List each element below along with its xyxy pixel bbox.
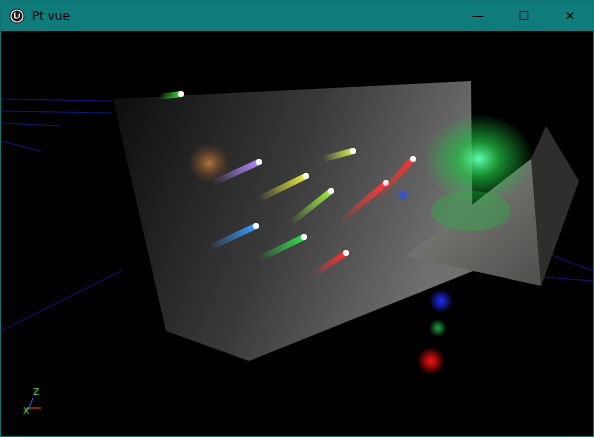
axis-label: Z	[33, 388, 39, 397]
scene-drawing	[1, 31, 593, 436]
viewport[interactable]: ZX	[1, 31, 593, 436]
app-window: Pt vue—☐✕ZX	[0, 0, 594, 437]
maximize-button[interactable]: ☐	[501, 1, 547, 31]
window-title: Pt vue	[32, 9, 455, 23]
title-bar[interactable]: Pt vue—☐✕	[1, 1, 593, 31]
axis-label: X	[23, 407, 29, 416]
axis-gizmo: ZX	[21, 388, 47, 418]
close-button[interactable]: ✕	[547, 1, 593, 31]
unreal-logo-icon	[9, 8, 25, 24]
minimize-button[interactable]: —	[455, 1, 501, 31]
window-controls: —☐✕	[455, 1, 593, 31]
